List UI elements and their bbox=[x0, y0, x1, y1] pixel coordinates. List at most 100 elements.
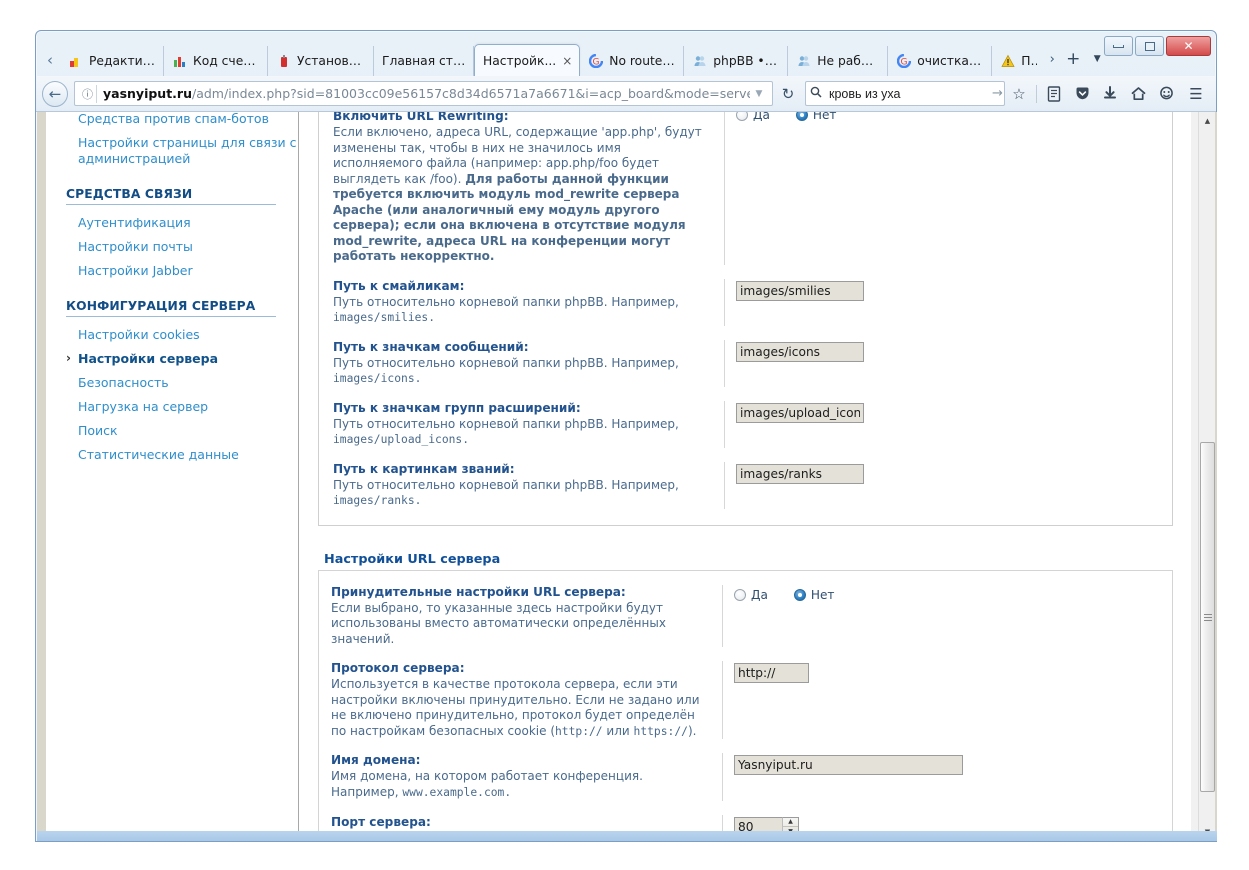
sidebar-item-authentication[interactable]: Аутентификация bbox=[66, 213, 298, 233]
chart-bar-icon bbox=[68, 53, 84, 69]
sidebar-item-antispam[interactable]: Средства против спам-ботов bbox=[66, 112, 298, 129]
radio-icon-selected[interactable] bbox=[793, 588, 806, 601]
field-help-mono: images/ranks. bbox=[333, 494, 422, 507]
home-icon[interactable] bbox=[1124, 80, 1152, 108]
field-help: Если выбрано, то указанные здесь настрой… bbox=[331, 600, 666, 646]
browser-tab[interactable]: Главная стра... bbox=[374, 46, 474, 76]
search-bar[interactable]: → bbox=[805, 81, 1005, 106]
browser-tab[interactable]: Не работ... bbox=[788, 46, 889, 76]
field-control bbox=[723, 753, 1160, 775]
field-help: Путь относительно корневой папки phpBB. … bbox=[333, 356, 712, 387]
stepper-up-icon[interactable]: ▲ bbox=[783, 818, 798, 827]
radio-icon-selected[interactable] bbox=[795, 112, 808, 121]
browser-tab[interactable]: Редактир... bbox=[60, 46, 164, 76]
new-tab-button[interactable]: + bbox=[1060, 46, 1086, 76]
tab-label: phpBB • [... bbox=[713, 54, 781, 68]
tab-label: No route ... bbox=[609, 54, 677, 68]
close-icon[interactable]: × bbox=[562, 54, 572, 68]
field-help-text: Путь относительно корневой папки phpBB. … bbox=[333, 355, 679, 370]
field-help: Имя домена, на котором работает конферен… bbox=[331, 769, 710, 800]
search-input[interactable] bbox=[827, 85, 992, 102]
sidebar-item-cookie-settings[interactable]: Настройки cookies bbox=[66, 325, 298, 345]
browser-window: ‹ Редактир... Код счет... Установк... Гл… bbox=[35, 30, 1217, 842]
field-help: Путь относительно корневой папки phpBB. … bbox=[333, 295, 712, 326]
sidebar-item-security[interactable]: Безопасность bbox=[66, 373, 298, 393]
field-help: Путь относительно корневой папки phpBB. … bbox=[333, 417, 712, 448]
field-help-end: ). bbox=[687, 723, 697, 738]
tab-strip: ‹ Редактир... Код счет... Установк... Гл… bbox=[36, 31, 1216, 76]
url-bar[interactable]: ⓘ yasnyiput.ru/adm/index.php?sid=81003cc… bbox=[74, 81, 773, 106]
library-icon[interactable] bbox=[1040, 80, 1068, 108]
browser-tab[interactable]: G очистка ... bbox=[888, 46, 993, 76]
chevron-down-icon[interactable]: ▼ bbox=[750, 89, 768, 99]
field-description: Принудительные настройки URL сервера: Ес… bbox=[331, 584, 723, 647]
panel-url-settings: Настройки URL сервера Принудительные нас… bbox=[318, 546, 1173, 840]
sidebar-item-server-settings[interactable]: Настройки сервера bbox=[66, 349, 298, 369]
radio-option-no[interactable]: Нет bbox=[795, 112, 836, 122]
field-label: Путь к значкам сообщений: bbox=[333, 339, 529, 354]
field-help-text: Путь относительно корневой папки phpBB. … bbox=[333, 294, 679, 309]
google-icon: G bbox=[588, 53, 604, 69]
scroll-up-arrow-icon[interactable]: ▲ bbox=[1199, 112, 1216, 129]
browser-tab[interactable]: phpBB • [... bbox=[684, 46, 789, 76]
sidebar-item-contact-page[interactable]: Настройки страницы для связи с администр… bbox=[66, 133, 298, 169]
sidebar-item-email-settings[interactable]: Настройки почты bbox=[66, 237, 298, 257]
page-scrollbar[interactable]: ▲ ▼ bbox=[1198, 112, 1215, 840]
sidebar-item-search[interactable]: Поиск bbox=[66, 421, 298, 441]
field-help-mono: images/upload_icons. bbox=[333, 433, 470, 446]
scrollbar-thumb[interactable] bbox=[1200, 442, 1215, 792]
maximize-button[interactable] bbox=[1135, 36, 1164, 56]
tab-scroll-left-icon[interactable]: ‹ bbox=[40, 46, 60, 76]
browser-tab[interactable]: Установк... bbox=[268, 46, 374, 76]
field-control: Да Нет bbox=[723, 585, 1160, 602]
radio-icon[interactable] bbox=[734, 588, 746, 601]
server-protocol-input[interactable] bbox=[734, 663, 809, 683]
search-icon bbox=[810, 86, 822, 101]
sidebar-item-statistics[interactable]: Статистические данные bbox=[66, 445, 298, 465]
hamburger-menu-icon[interactable]: ☰ bbox=[1182, 80, 1210, 108]
field-description: Включить URL Rewriting: Если включено, а… bbox=[333, 112, 725, 265]
smilies-path-input[interactable] bbox=[736, 280, 864, 301]
browser-tab[interactable]: Код счет... bbox=[164, 46, 268, 76]
tab-overflow-icon[interactable]: › bbox=[1044, 46, 1060, 76]
radio-label: Да bbox=[751, 587, 768, 602]
back-button[interactable]: ← bbox=[42, 80, 68, 107]
sidebar-heading-server-config: КОНФИГУРАЦИЯ СЕРВЕРА bbox=[66, 299, 276, 317]
tab-label: Редактир... bbox=[89, 54, 156, 68]
radio-option-no[interactable]: Нет bbox=[793, 587, 835, 602]
tab-label: Главная стра... bbox=[382, 54, 466, 68]
sidebar-item-server-load[interactable]: Нагрузка на сервер bbox=[66, 397, 298, 417]
site-info-icon[interactable]: ⓘ bbox=[79, 84, 97, 103]
domain-name-input[interactable] bbox=[734, 755, 963, 775]
ranks-path-input[interactable] bbox=[736, 463, 864, 484]
toolbar-divider bbox=[1036, 84, 1037, 103]
search-submit-icon[interactable]: → bbox=[992, 86, 1003, 101]
radio-label: Нет bbox=[810, 587, 835, 602]
close-window-button[interactable]: ✕ bbox=[1166, 36, 1211, 56]
acp-sidebar-menu: Средства против спам-ботов Настройки стр… bbox=[46, 112, 299, 840]
radio-option-yes[interactable]: Да bbox=[736, 112, 770, 122]
field-label: Включить URL Rewriting: bbox=[333, 112, 509, 123]
pocket-icon[interactable] bbox=[1068, 80, 1096, 108]
browser-tab[interactable]: Пр bbox=[992, 46, 1044, 76]
browser-tab[interactable]: G No route ... bbox=[580, 46, 685, 76]
radio-icon[interactable] bbox=[736, 112, 748, 121]
field-help-mono-https: https:// bbox=[633, 724, 688, 738]
radio-option-yes[interactable]: Да bbox=[734, 588, 768, 602]
warning-icon bbox=[1000, 53, 1016, 69]
scrollbar-grip bbox=[1203, 613, 1212, 621]
reload-icon[interactable]: ↻ bbox=[775, 81, 801, 107]
sidebar-item-jabber-settings[interactable]: Настройки Jabber bbox=[66, 261, 298, 281]
minimize-icon bbox=[1113, 44, 1124, 48]
svg-text:G: G bbox=[901, 58, 908, 68]
icons-path-input[interactable] bbox=[736, 341, 864, 362]
minimize-button[interactable] bbox=[1104, 36, 1133, 56]
downloads-icon[interactable] bbox=[1096, 80, 1124, 108]
upload-icons-path-input[interactable] bbox=[736, 402, 864, 423]
tab-label: Код счет... bbox=[193, 54, 260, 68]
browser-tab-active[interactable]: Настройк... × bbox=[474, 44, 581, 76]
sync-account-icon[interactable] bbox=[1152, 80, 1180, 108]
bookmark-star-icon[interactable]: ☆ bbox=[1005, 80, 1033, 108]
url-text: yasnyiput.ru/adm/index.php?sid=81003cc09… bbox=[103, 86, 750, 101]
panel-title: Настройки URL сервера bbox=[318, 546, 1173, 571]
